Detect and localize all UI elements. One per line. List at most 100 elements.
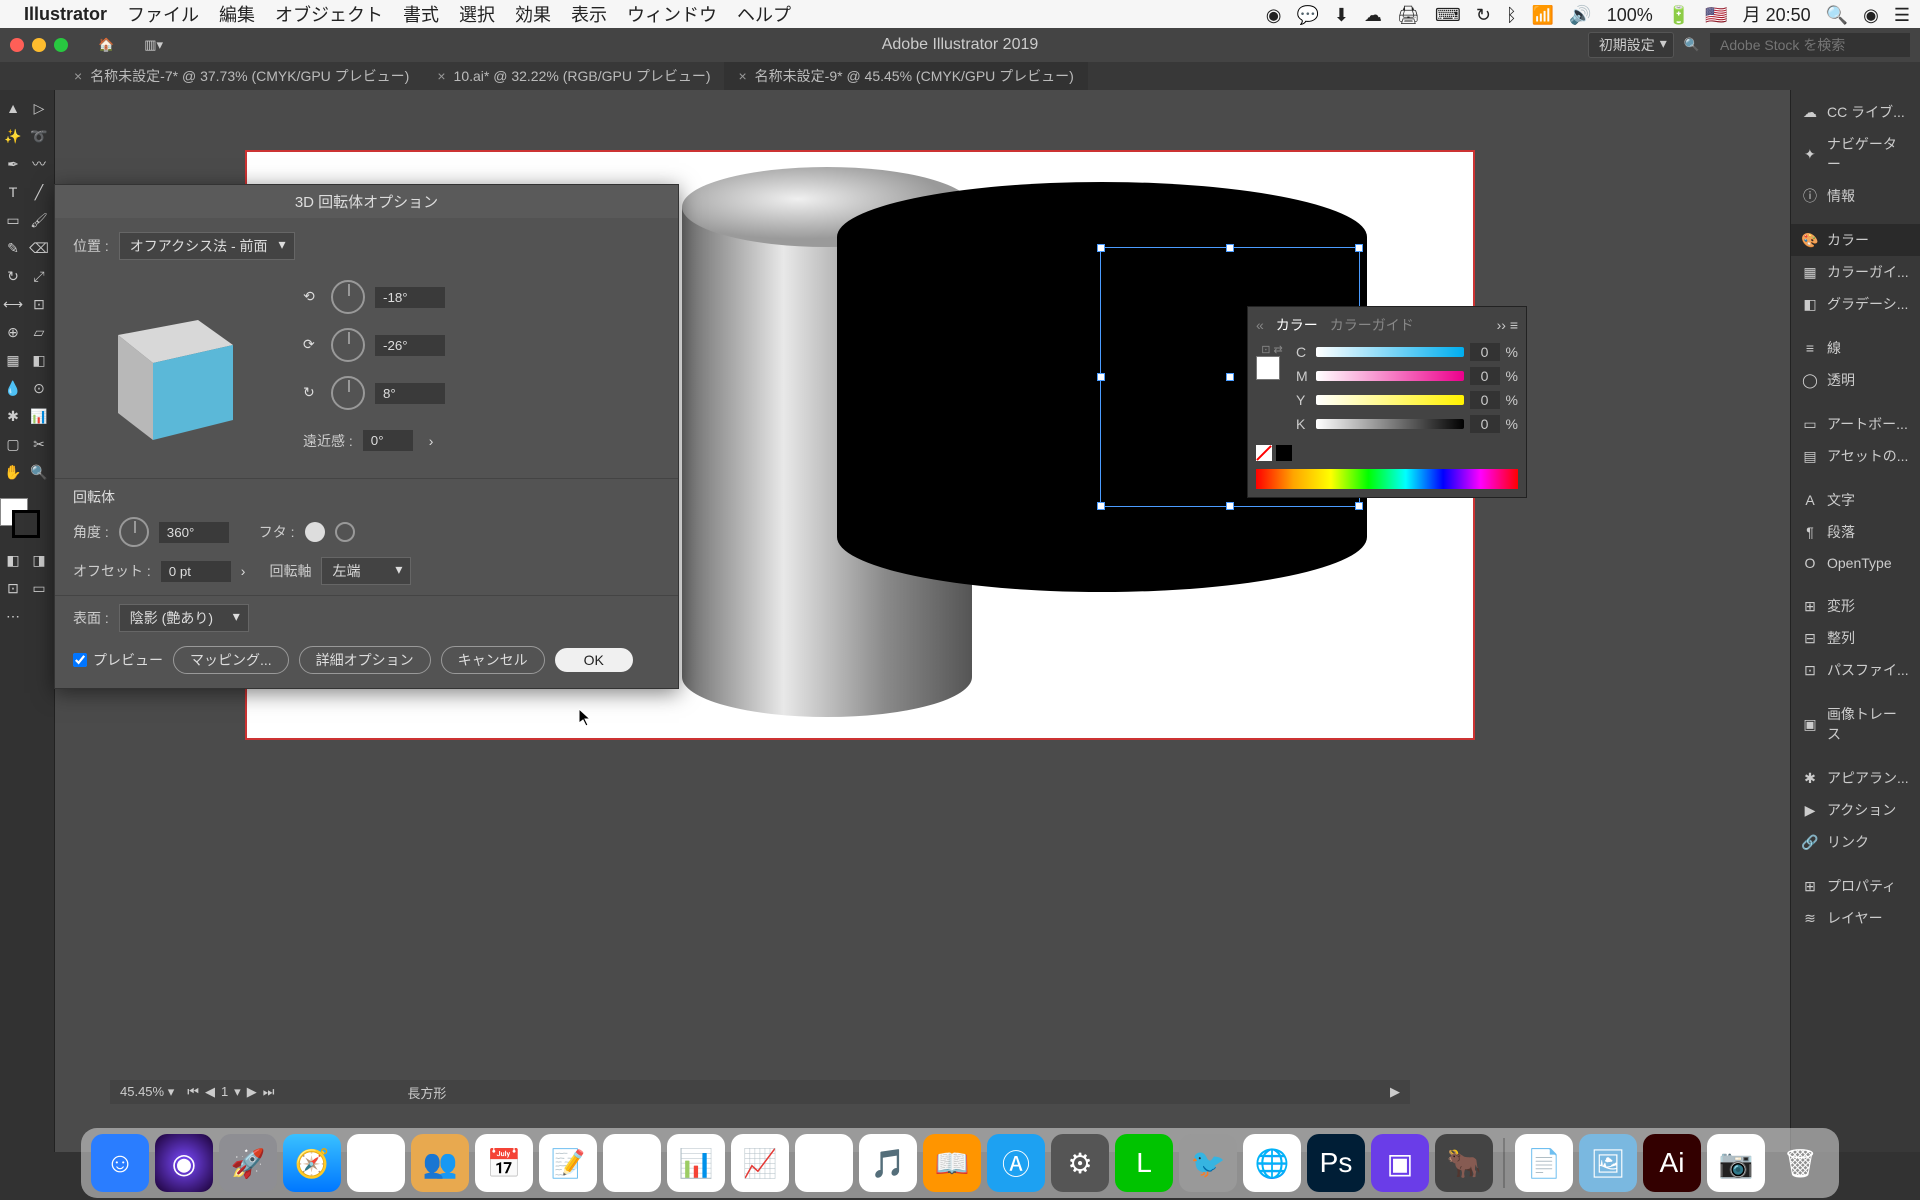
fill-swatch[interactable] — [1256, 356, 1280, 380]
menu-window[interactable]: ウィンドウ — [627, 1, 717, 27]
panel-アセットの...[interactable]: ▤アセットの... — [1791, 440, 1920, 472]
menu-file[interactable]: ファイル — [127, 1, 199, 27]
rectangle-tool[interactable]: ▭ — [0, 208, 26, 232]
arrange-icon[interactable]: ▥▾ — [144, 37, 163, 53]
line-tool[interactable]: ╱ — [26, 180, 52, 204]
black-color-icon[interactable] — [1276, 445, 1292, 461]
dock-app-icon[interactable]: 📈 — [731, 1134, 789, 1192]
symbol-sprayer-tool[interactable]: ✱ — [0, 404, 26, 428]
mesh-tool[interactable]: ▦ — [0, 348, 26, 372]
position-select[interactable]: オフアクシス法 - 前面 — [119, 232, 295, 260]
fill-stroke-colorbox[interactable] — [0, 498, 40, 538]
panel-線[interactable]: ≡線 — [1791, 332, 1920, 364]
screen-mode-icon[interactable]: ▭ — [26, 576, 52, 600]
z-rotation-input[interactable] — [375, 383, 445, 404]
dock-app-icon[interactable]: 📝 — [539, 1134, 597, 1192]
stroke-color[interactable] — [12, 510, 40, 538]
menu-view[interactable]: 表示 — [571, 1, 607, 27]
dock-app-icon[interactable]: 🌐 — [1243, 1134, 1301, 1192]
panel-collapse-icon[interactable]: « — [1256, 317, 1264, 333]
panel-リンク[interactable]: 🔗リンク — [1791, 826, 1920, 858]
minimize-window-button[interactable] — [32, 38, 46, 52]
menu-effect[interactable]: 効果 — [515, 1, 551, 27]
chat-icon[interactable]: 💬 — [1296, 5, 1318, 25]
page-nav[interactable]: ⏮◀1▾▶⏭ — [184, 1084, 277, 1100]
cube-preview[interactable] — [73, 270, 273, 470]
panel-パスファイ...[interactable]: ⊡パスファイ... — [1791, 654, 1920, 686]
print-icon[interactable]: 🖨 — [1397, 5, 1420, 25]
dock-app-icon[interactable]: ✉ — [347, 1134, 405, 1192]
color-guide-tab[interactable]: カラーガイド — [1330, 315, 1414, 335]
spotlight-icon[interactable]: 🔍 — [1826, 5, 1848, 25]
offset-input[interactable] — [161, 561, 231, 582]
ok-button[interactable]: OK — [555, 648, 633, 672]
battery-icon[interactable]: 🔋 — [1668, 5, 1690, 25]
angle-dial[interactable] — [119, 517, 149, 547]
zoom-select[interactable]: 45.45% ▾ — [120, 1084, 174, 1100]
blend-tool[interactable]: ⊙ — [26, 376, 52, 400]
color-tab[interactable]: カラー — [1276, 315, 1318, 335]
dock-app-icon[interactable]: ▣ — [1371, 1134, 1429, 1192]
panel-ナビゲーター[interactable]: ✦ナビゲーター — [1791, 128, 1920, 180]
type-tool[interactable]: T — [0, 180, 26, 204]
perspective-input[interactable] — [363, 430, 413, 451]
doc-tab-1[interactable]: ×名称未設定-7* @ 37.73% (CMYK/GPU プレビュー) — [60, 62, 423, 90]
record-icon[interactable]: ◉ — [1266, 5, 1282, 25]
dock-app-icon[interactable]: 🖥 — [795, 1134, 853, 1192]
K-value[interactable]: 0 — [1470, 415, 1500, 433]
dock-app-icon[interactable]: 📊 — [667, 1134, 725, 1192]
close-window-button[interactable] — [10, 38, 24, 52]
more-options-button[interactable]: 詳細オプション — [299, 646, 431, 674]
dock-app-icon[interactable]: L — [1115, 1134, 1173, 1192]
panel-整列[interactable]: ⊟整列 — [1791, 622, 1920, 654]
draw-mode-icon[interactable]: ⊡ — [0, 576, 26, 600]
rotate-tool[interactable]: ↻ — [0, 264, 26, 288]
doc-tab-3[interactable]: ×名称未設定-9* @ 45.45% (CMYK/GPU プレビュー) — [724, 62, 1087, 90]
z-rotation-dial[interactable] — [331, 376, 365, 410]
panel-段落[interactable]: ¶段落 — [1791, 516, 1920, 548]
dock-app-icon[interactable]: Ai — [1643, 1134, 1701, 1192]
panel-透明[interactable]: ◯透明 — [1791, 364, 1920, 396]
K-slider[interactable] — [1316, 419, 1464, 429]
dock-app-icon[interactable]: 📄 — [1515, 1134, 1573, 1192]
sync-icon[interactable]: ↻ — [1476, 5, 1491, 25]
dock-app-icon[interactable]: 🗺 — [603, 1134, 661, 1192]
dock-app-icon[interactable]: Ps — [1307, 1134, 1365, 1192]
panel-アートボー...[interactable]: ▭アートボー... — [1791, 408, 1920, 440]
direct-selection-tool[interactable]: ▷ — [26, 96, 52, 120]
lasso-tool[interactable]: ➰ — [26, 124, 52, 148]
panel-CC ライブ...[interactable]: ☁CC ライブ... — [1791, 96, 1920, 128]
panel-アクション[interactable]: ▶アクション — [1791, 794, 1920, 826]
close-icon[interactable]: × — [437, 68, 445, 84]
zoom-tool[interactable]: 🔍 — [26, 460, 52, 484]
workspace-preset-select[interactable]: 初期設定 — [1588, 32, 1674, 58]
menu-type[interactable]: 書式 — [403, 1, 439, 27]
dock-app-icon[interactable]: 👥 — [411, 1134, 469, 1192]
dock-app-icon[interactable]: 📅 — [475, 1134, 533, 1192]
y-rotation-input[interactable] — [375, 335, 445, 356]
panel-アピアラン...[interactable]: ✱アピアラン... — [1791, 762, 1920, 794]
close-icon[interactable]: × — [738, 68, 746, 84]
shape-builder-tool[interactable]: ⊕ — [0, 320, 26, 344]
free-transform-tool[interactable]: ⊡ — [26, 292, 52, 316]
adobe-stock-search-input[interactable] — [1710, 33, 1910, 57]
dock-app-icon[interactable]: 🚀 — [219, 1134, 277, 1192]
eyedropper-tool[interactable]: 💧 — [0, 376, 26, 400]
panel-menu-icon[interactable]: ›› ≡ — [1497, 317, 1518, 333]
paintbrush-tool[interactable]: 🖌 — [26, 208, 52, 232]
dock-app-icon[interactable]: 🐦 — [1179, 1134, 1237, 1192]
app-name[interactable]: Illustrator — [24, 4, 107, 25]
wifi-icon[interactable]: 📶 — [1532, 5, 1554, 25]
panel-カラーガイ...[interactable]: ▦カラーガイ... — [1791, 256, 1920, 288]
M-value[interactable]: 0 — [1470, 367, 1500, 385]
preview-checkbox[interactable]: プレビュー — [73, 650, 163, 670]
artboard-tool[interactable]: ▢ — [0, 432, 26, 456]
dock-app-icon[interactable]: 📖 — [923, 1134, 981, 1192]
maximize-window-button[interactable] — [54, 38, 68, 52]
chevron-right-icon[interactable]: › — [241, 563, 246, 579]
shaper-tool[interactable]: ✎ — [0, 236, 26, 260]
y-rotation-dial[interactable] — [331, 328, 365, 362]
volume-icon[interactable]: 🔊 — [1569, 5, 1591, 25]
menu-help[interactable]: ヘルプ — [737, 1, 791, 27]
edit-toolbar-icon[interactable]: ⋯ — [0, 604, 26, 628]
